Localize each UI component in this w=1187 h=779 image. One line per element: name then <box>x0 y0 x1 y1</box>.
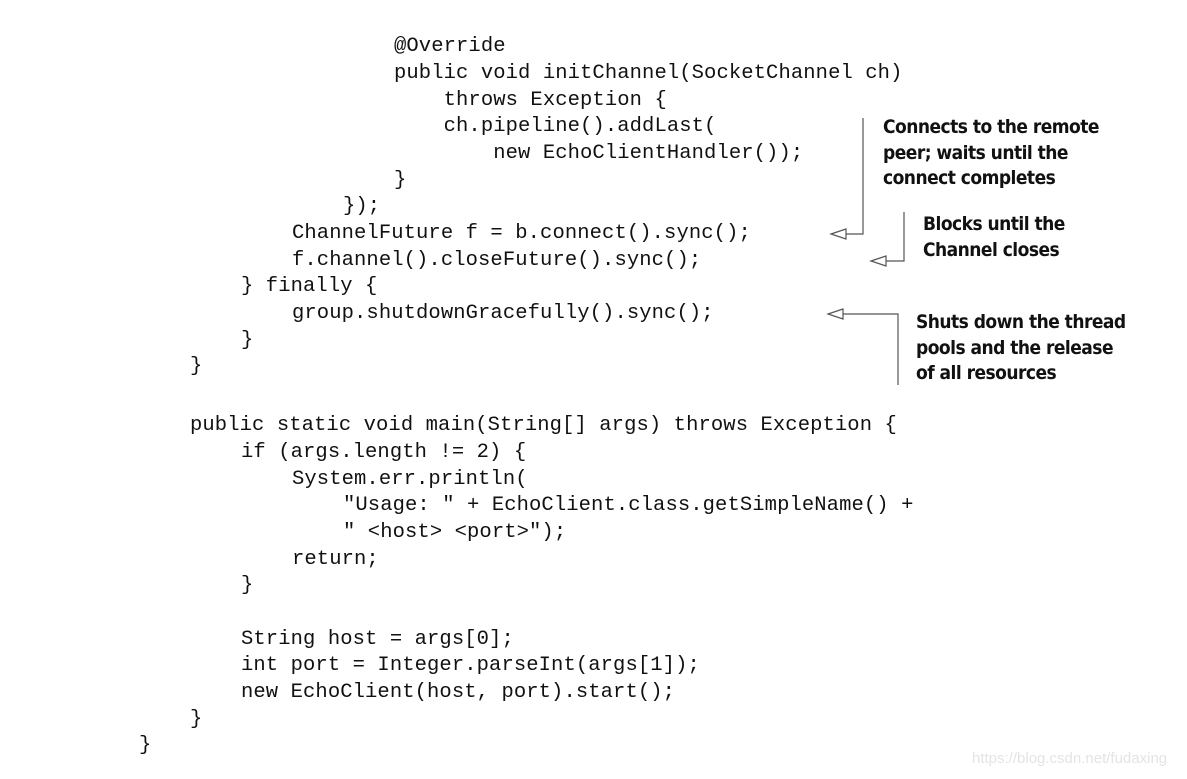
annotation-line: peer; waits until the <box>883 141 1069 164</box>
annotation-shutdown: Shuts down the thread pools and the rele… <box>916 310 1126 387</box>
annotation-line: of all resources <box>916 362 1057 384</box>
watermark: https://blog.csdn.net/fudaxing <box>972 750 1168 767</box>
callout-arrow-shutdown <box>826 308 899 385</box>
annotation-connect: Connects to the remote peer; waits until… <box>883 115 1099 192</box>
annotation-channel-close: Blocks until the Channel closes <box>923 212 1065 263</box>
annotation-line: connect completes <box>883 167 1056 189</box>
annotation-line: Shuts down the thread <box>916 311 1126 333</box>
callout-arrow-connect <box>829 118 864 240</box>
annotation-line: pools and the release <box>916 336 1114 359</box>
annotation-line: Connects to the remote <box>883 116 1099 138</box>
annotation-line: Blocks until the <box>923 213 1065 235</box>
annotation-line: Channel closes <box>923 238 1060 261</box>
callout-arrow-close <box>869 212 905 267</box>
